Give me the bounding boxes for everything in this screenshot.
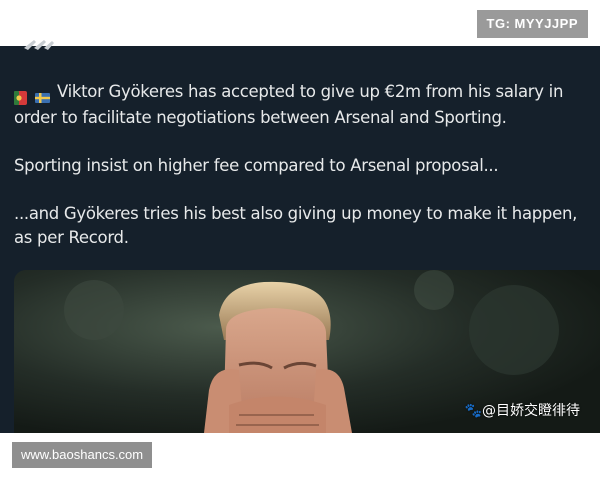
account-logo-icon (22, 38, 56, 52)
tweet-paragraph-3: ...and Gyökeres tries his best also givi… (14, 204, 578, 247)
top-right-watermark: TG: MYYJJPP (476, 10, 588, 38)
overlay-watermark-text: @目娇交瞪徘待 (482, 403, 580, 419)
tweet-screenshot: Viktor Gyökeres has accepted to give up … (0, 0, 600, 433)
bottom-left-watermark[interactable]: www.baoshancs.com (12, 442, 153, 468)
tweet-paragraph-2: Sporting insist on higher fee compared t… (14, 156, 499, 175)
tweet-paragraph-1: Viktor Gyökeres has accepted to give up … (14, 80, 594, 130)
portugal-flag-icon (14, 88, 27, 105)
overlay-watermark: 🐾@目娇交瞪徘待 (465, 400, 580, 420)
tweet-body: Viktor Gyökeres has accepted to give up … (14, 80, 594, 274)
paw-icon: 🐾 (464, 403, 482, 419)
tweet-paragraph-1-text: Viktor Gyökeres has accepted to give up … (14, 82, 564, 127)
sweden-flag-icon (34, 88, 50, 103)
flag-group (14, 82, 51, 106)
